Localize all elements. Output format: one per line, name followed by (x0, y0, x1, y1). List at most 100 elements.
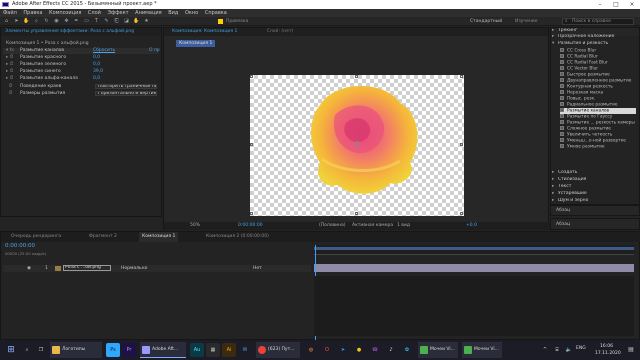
effect-header[interactable]: ▾ fx Размытие каналов Сбросить О пр (3, 48, 160, 54)
viewer-timecode[interactable]: 0:00:00:00 (238, 222, 263, 230)
effect-item[interactable]: CC Radial Blur (560, 54, 636, 60)
property-value[interactable]: 0,0 (93, 55, 100, 61)
search-icon[interactable]: ⌕ (20, 343, 34, 357)
anchor-point-icon[interactable] (354, 141, 360, 147)
effect-controls-tab[interactable]: Элементы управления эффектами: Роза с ал… (1, 28, 161, 36)
stamp-tool-icon[interactable]: ⎗ (113, 18, 120, 25)
effect-item[interactable]: Уменьш...о-ной развертке (560, 138, 636, 144)
taskbar-explorer[interactable]: Логотипы (50, 342, 102, 358)
effect-item[interactable]: CC Radial Fast Blur (560, 60, 636, 66)
stopwatch-icon[interactable]: ⏱ (6, 84, 13, 90)
app-icon[interactable]: ▦ (206, 343, 220, 357)
taskbar-browser[interactable]: (623) Пут... (256, 342, 300, 358)
tab-render-queue[interactable]: Очередь рендеринга (11, 232, 61, 242)
tab-composition-2[interactable]: Композиция 2 (0:00:00:00) (206, 232, 269, 242)
effect-item[interactable]: Двунаправленное размытие (560, 78, 636, 84)
roto-tool-icon[interactable]: ✋ (133, 18, 140, 25)
menu-composition[interactable]: Композиция (49, 9, 81, 17)
effect-item[interactable]: Сложное размытие (560, 126, 636, 132)
text-tool-icon[interactable]: T (93, 18, 100, 25)
snapping-checkbox[interactable] (218, 19, 223, 24)
workspace-default[interactable]: Стандартный (470, 17, 502, 26)
volume-icon[interactable]: 🔈 (562, 343, 576, 357)
tab-composition[interactable]: Композиция: Композиция 1 (172, 29, 237, 34)
property-value[interactable]: 39,0 (93, 69, 103, 75)
effect-item[interactable]: Быстрое размытие (560, 72, 636, 78)
help-search-input[interactable]: ⌕ Поиск в справке (562, 18, 634, 25)
pan-behind-tool-icon[interactable]: ✥ (63, 18, 70, 25)
paragraph-panel-header[interactable]: Абзац (550, 205, 640, 216)
resolution-dropdown[interactable]: (Половина) (319, 222, 346, 230)
close-icon[interactable]: × (624, 0, 640, 9)
pen-tool-icon[interactable]: ✒ (73, 18, 80, 25)
layer-row[interactable]: ◉ 1 Роза с ...ой.png Нормально Нет (3, 265, 311, 272)
effect-item-selected[interactable]: Размытие каналов (560, 108, 636, 114)
taskbar-video-2[interactable]: Мочеи Vi... (462, 342, 502, 358)
effect-item[interactable]: Повыс. резк. (560, 96, 636, 102)
rotate-tool-icon[interactable]: ↻ (43, 18, 50, 25)
taskbar-after-effects[interactable]: Adobe Aft... (140, 342, 186, 358)
telegram-icon[interactable]: ➤ (336, 343, 350, 357)
tiktok-icon[interactable]: ♪ (384, 343, 398, 357)
views-dropdown[interactable]: 1 вид (397, 222, 410, 230)
blur-dimensions-dropdown[interactable]: Горизонтально и вертика (95, 91, 157, 96)
layer-name[interactable]: Роза с ...ой.png (63, 265, 111, 271)
category-generate[interactable]: ▸ Создать (552, 170, 636, 176)
clock-date[interactable]: 17.11.2020 (595, 351, 621, 356)
twirl-right-icon[interactable]: ▸ ⏱ (6, 69, 13, 75)
paragraph-panel-header-2[interactable]: Абзац (550, 218, 640, 230)
effect-item[interactable]: Умное размытие (560, 144, 636, 150)
composition-canvas[interactable] (250, 75, 464, 216)
twirl-right-icon[interactable]: ▸ ⏱ (6, 76, 13, 82)
mail-icon[interactable]: ✉ (238, 343, 252, 357)
category-stylize[interactable]: ▸ Стилизация (552, 177, 636, 183)
effect-item[interactable]: CC Vector Blur (560, 66, 636, 72)
menu-window[interactable]: Окно (185, 9, 198, 17)
handle-top[interactable] (355, 75, 358, 78)
brush-tool-icon[interactable]: ✎ (103, 18, 110, 25)
camera-tool-icon[interactable]: ◉ (53, 18, 60, 25)
work-area-bar[interactable] (314, 247, 634, 250)
illustrator-icon[interactable]: Ai (222, 343, 236, 357)
category-obsolete[interactable]: ▸ Устаревшие (552, 191, 636, 197)
stopwatch-icon[interactable]: ⏱ (6, 91, 13, 97)
menu-view[interactable]: Вид (168, 9, 178, 17)
twirl-down-icon[interactable]: ▾ fx (6, 48, 14, 54)
menu-effect[interactable]: Эффект (108, 9, 129, 17)
camera-dropdown[interactable]: Активная камера (352, 222, 393, 230)
tab-layer[interactable]: Слой: (нет) (267, 29, 294, 34)
app-icon-blue[interactable]: ✿ (400, 343, 414, 357)
effect-item[interactable]: Контурная резкость (560, 84, 636, 90)
handle-bottom-left[interactable] (250, 212, 253, 215)
handle-right[interactable] (460, 143, 463, 146)
composition-flow-chip[interactable]: Композиция 1 (176, 40, 216, 47)
menu-animation[interactable]: Анимация (135, 9, 161, 17)
effect-item[interactable]: Размытие ... резкость камеры (560, 120, 636, 126)
minimize-icon[interactable]: – (592, 0, 608, 9)
edge-behavior-dropdown[interactable]: Повторить граничные пик (95, 84, 157, 89)
notifications-icon[interactable]: ▤ (624, 343, 638, 357)
workspace-learn[interactable]: Изучение (515, 17, 538, 26)
time-ruler[interactable] (314, 245, 634, 255)
category-text[interactable]: ▸ Текст (552, 184, 636, 190)
maximize-icon[interactable]: □ (608, 0, 624, 9)
zoom-tool-icon[interactable]: ⌕ (33, 18, 40, 25)
menu-edit[interactable]: Правка (23, 9, 42, 17)
handle-top-left[interactable] (250, 75, 253, 78)
about-link[interactable]: О пр (149, 48, 160, 54)
menu-help[interactable]: Справка (205, 9, 227, 17)
tab-composition-1[interactable]: Композиция 1 (139, 232, 179, 242)
layer-mode-dropdown[interactable]: Нормально (121, 265, 147, 272)
task-view-icon[interactable]: ❐ (34, 343, 48, 357)
category-blur-sharpen[interactable]: ▾ Размытие и резкость (552, 41, 636, 47)
menu-layer[interactable]: Слой (88, 9, 101, 17)
timeline-timecode[interactable]: 0:00:00:00 (5, 243, 35, 249)
exposure-value[interactable]: +0,0 (466, 222, 477, 230)
premiere-icon[interactable]: Pr (122, 343, 136, 357)
category-keying[interactable]: ▸ Прозрачное наложение (552, 34, 636, 40)
effect-item[interactable]: Увеличить четкость (560, 132, 636, 138)
rectangle-tool-icon[interactable]: ▭ (83, 18, 90, 25)
effect-item[interactable]: Радиальное размытие (560, 102, 636, 108)
twirl-right-icon[interactable]: ▸ ⏱ (6, 62, 13, 68)
viber-icon[interactable]: ☎ (368, 343, 382, 357)
